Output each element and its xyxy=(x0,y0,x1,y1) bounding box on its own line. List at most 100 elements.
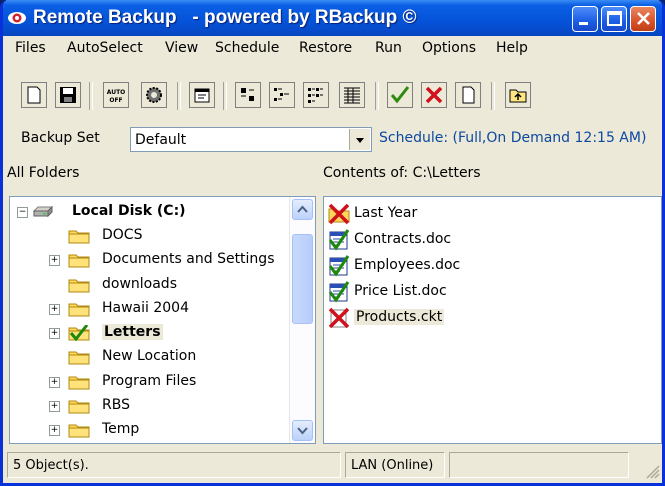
tree-item-letters[interactable]: + Letters xyxy=(10,322,290,344)
expand-icon[interactable]: + xyxy=(49,425,60,436)
resize-grip-icon[interactable] xyxy=(644,463,660,479)
expand-icon[interactable]: + xyxy=(49,377,60,388)
backup-set-dropdown-button[interactable] xyxy=(349,129,370,150)
details-view-button[interactable] xyxy=(339,82,365,108)
tree-item-program-files[interactable]: + Program Files xyxy=(10,371,290,393)
expand-icon[interactable]: + xyxy=(49,401,60,412)
save-button[interactable] xyxy=(55,82,81,108)
menu-run[interactable]: Run xyxy=(375,40,402,56)
include-button[interactable] xyxy=(387,82,413,108)
list-item-contracts[interactable]: Contracts.doc xyxy=(326,227,646,251)
details-view-icon xyxy=(344,87,360,104)
toolbar-separator xyxy=(491,82,495,110)
expand-icon[interactable]: + xyxy=(49,255,60,266)
tree-item-label: Hawaii 2004 xyxy=(102,300,189,316)
folder-icon xyxy=(68,303,90,317)
status-empty-panel xyxy=(449,452,629,478)
schedule-link[interactable]: Schedule: (Full,On Demand 12:15 AM) xyxy=(379,130,646,146)
tree-item-label: Program Files xyxy=(102,373,197,389)
tree-item-label: RBS xyxy=(102,397,130,413)
auto-off-button[interactable]: AUTO OFF xyxy=(103,82,129,108)
close-button[interactable] xyxy=(630,6,656,32)
tree-item-temp[interactable]: + Temp xyxy=(10,419,290,441)
blank-page-icon xyxy=(462,86,475,104)
list-item-label-selected: Products.ckt xyxy=(354,309,445,325)
folder-icon xyxy=(68,400,90,414)
clear-button[interactable] xyxy=(455,82,481,108)
app-window: Remote Backup - powered by RBackup © Fil… xyxy=(0,0,665,486)
status-connection-text: LAN (Online) xyxy=(351,458,434,473)
folder-icon xyxy=(68,424,90,438)
backup-set-value: Default xyxy=(135,132,187,148)
backup-set-row: Backup Set Default Schedule: (Full,On De… xyxy=(3,122,662,156)
list-item-products[interactable]: Products.ckt xyxy=(326,305,646,329)
minimize-button[interactable] xyxy=(572,6,598,32)
folder-icon xyxy=(68,279,90,293)
check-mark-icon xyxy=(391,86,409,104)
small-icons-button[interactable] xyxy=(269,82,295,108)
list-item-label: Price List.doc xyxy=(354,283,447,299)
minimize-icon xyxy=(579,22,588,25)
scroll-thumb[interactable] xyxy=(292,234,313,324)
toolbar-separator xyxy=(375,82,379,110)
list-item-label: Employees.doc xyxy=(354,257,461,273)
included-document-icon xyxy=(328,281,350,303)
status-bar: 5 Object(s). LAN (Online) xyxy=(3,449,662,483)
small-icons-view-icon xyxy=(274,88,289,101)
gear-icon xyxy=(146,87,162,103)
title-bar[interactable]: Remote Backup - powered by RBackup © xyxy=(3,0,662,36)
tree-item-docs[interactable]: DOCS xyxy=(10,225,290,247)
large-icons-button[interactable] xyxy=(235,82,261,108)
menu-help[interactable]: Help xyxy=(496,40,528,56)
list-view-icon xyxy=(308,88,323,103)
svg-text:OFF: OFF xyxy=(109,97,122,104)
menu-restore[interactable]: Restore xyxy=(299,40,352,56)
menu-files[interactable]: Files xyxy=(15,40,46,56)
tree-root[interactable]: − Local Disk (C:) xyxy=(10,201,290,223)
all-folders-header: All Folders xyxy=(7,165,80,181)
menu-schedule[interactable]: Schedule xyxy=(215,40,279,56)
scroll-up-button[interactable] xyxy=(292,199,313,220)
settings-button[interactable] xyxy=(141,82,167,108)
tree-item-new-location[interactable]: New Location xyxy=(10,346,290,368)
scroll-down-button[interactable] xyxy=(292,420,313,441)
collapse-icon[interactable]: − xyxy=(17,207,28,218)
tree-item-documents-and-settings[interactable]: + Documents and Settings xyxy=(10,249,290,271)
chevron-down-icon xyxy=(356,138,364,143)
contents-header: Contents of: C:\Letters xyxy=(323,165,481,181)
list-item-price-list[interactable]: Price List.doc xyxy=(326,279,646,303)
tree-item-hawaii-2004[interactable]: + Hawaii 2004 xyxy=(10,298,290,320)
contents-list[interactable]: Last Year Contracts.doc Employees.doc Pr… xyxy=(323,196,662,444)
expand-icon[interactable]: + xyxy=(49,328,60,339)
folder-icon xyxy=(68,376,90,390)
status-object-count: 5 Object(s). xyxy=(7,452,341,478)
tree-scrollbar[interactable] xyxy=(289,197,315,443)
maximize-button[interactable] xyxy=(601,6,627,32)
large-icons-view-icon xyxy=(241,88,254,101)
menu-view[interactable]: View xyxy=(165,40,198,56)
list-item-last-year[interactable]: Last Year xyxy=(326,201,646,225)
tree-item-downloads[interactable]: downloads xyxy=(10,274,290,296)
svg-text:AUTO: AUTO xyxy=(107,89,125,96)
up-folder-button[interactable] xyxy=(505,82,531,108)
folder-icon xyxy=(68,351,90,365)
included-document-icon xyxy=(328,229,350,251)
expand-icon[interactable]: + xyxy=(49,304,60,315)
menu-autoselect[interactable]: AutoSelect xyxy=(67,40,143,56)
save-disk-icon xyxy=(60,87,76,103)
tree-item-rbs[interactable]: + RBS xyxy=(10,395,290,417)
properties-button[interactable] xyxy=(189,82,215,108)
toolbar-separator xyxy=(89,82,93,110)
list-item-employees[interactable]: Employees.doc xyxy=(326,253,646,277)
list-view-button[interactable] xyxy=(303,82,329,108)
backup-set-select[interactable]: Default xyxy=(130,127,372,152)
tree-item-label: Temp xyxy=(102,421,140,437)
red-x-icon xyxy=(425,86,443,104)
new-button[interactable] xyxy=(21,82,47,108)
menu-options[interactable]: Options xyxy=(422,40,476,56)
exclude-button[interactable] xyxy=(421,82,447,108)
folder-checked-icon xyxy=(68,325,90,341)
new-document-icon xyxy=(27,86,41,104)
folder-tree[interactable]: − Local Disk (C:) DOCS + Documents and S… xyxy=(9,196,316,444)
tree-root-label: Local Disk (C:) xyxy=(72,203,186,219)
